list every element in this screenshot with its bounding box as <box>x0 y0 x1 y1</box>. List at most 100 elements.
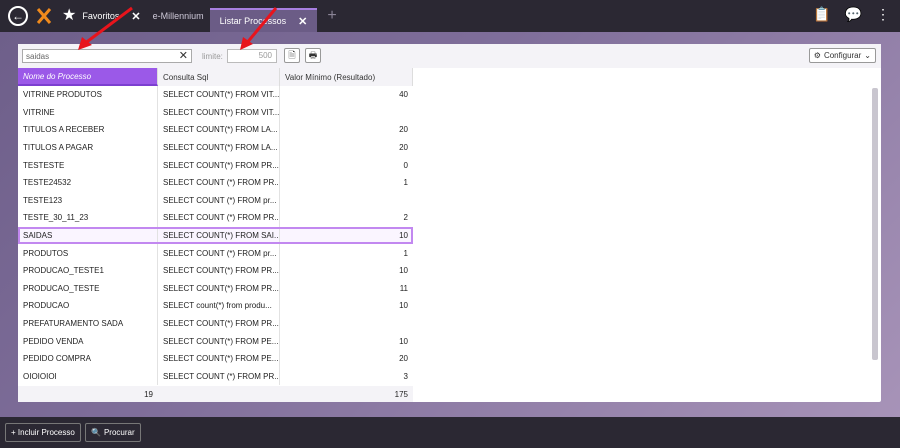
column-header-name[interactable]: Nome do Processo <box>18 68 158 86</box>
cell-sql-query: SELECT COUNT (*) FROM PR... <box>158 173 280 192</box>
grid-header: Nome do Processo Consulta Sql Valor Míni… <box>18 68 413 86</box>
cell-sql-query: SELECT COUNT(*) FROM PR... <box>158 314 280 333</box>
millennium-logo-icon <box>36 8 52 24</box>
vertical-scrollbar[interactable] <box>872 88 878 360</box>
cell-sql-query: SELECT COUNT (*) FROM pr... <box>158 191 280 210</box>
cell-process-name: TITULOS A PAGAR <box>18 138 158 157</box>
table-row[interactable]: TESTE123 SELECT COUNT (*) FROM pr... <box>18 191 413 210</box>
cell-sql-query: SELECT COUNT(*) FROM VIT... <box>158 103 280 122</box>
search-button[interactable]: 🔍 Procurar <box>85 423 141 442</box>
table-row[interactable]: VITRINE SELECT COUNT(*) FROM VIT... <box>18 103 413 122</box>
cell-min-value: 10 <box>399 336 408 346</box>
column-header-min-value[interactable]: Valor Mínimo (Resultado) <box>280 68 413 86</box>
table-row[interactable]: PRODUTOS SELECT COUNT (*) FROM pr... 1 <box>18 244 413 262</box>
cell-min-value: 10 <box>399 266 408 276</box>
cell-sql-query: SELECT COUNT(*) FROM PR... <box>158 156 280 174</box>
cell-min-value: 20 <box>399 354 408 364</box>
export-file-icon[interactable]: 🗎 <box>284 48 300 63</box>
annotation-arrow-icon <box>78 6 133 50</box>
cell-min-value: 1 <box>403 248 408 258</box>
column-header-sql[interactable]: Consulta Sql <box>158 68 280 86</box>
table-row[interactable]: TESTE_30_11_23 SELECT COUNT (*) FROM PR..… <box>18 209 413 227</box>
chat-icon[interactable]: 💬 <box>845 7 862 21</box>
cell-process-name: SAIDAS <box>18 226 158 245</box>
add-tab-icon[interactable]: + <box>327 7 336 25</box>
cell-min-value: 40 <box>399 90 408 100</box>
configure-button[interactable]: ⚙ Configurar ⌄ <box>808 48 876 63</box>
chevron-down-icon: ⌄ <box>864 51 871 60</box>
cell-min-value <box>280 192 413 210</box>
cell-process-name: TESTESTE <box>18 156 158 174</box>
cell-min-value: 10 <box>399 301 408 311</box>
cell-sql-query: SELECT count(*) from produ... <box>158 297 280 315</box>
table-row[interactable]: PREFATURAMENTO SADA SELECT COUNT(*) FROM … <box>18 314 413 333</box>
cell-min-value: 2 <box>403 213 408 223</box>
cell-min-value: 20 <box>399 143 408 153</box>
table-row[interactable]: TITULOS A RECEBER SELECT COUNT(*) FROM LA… <box>18 121 413 139</box>
table-row[interactable]: TITULOS A PAGAR SELECT COUNT(*) FROM LA..… <box>18 138 413 157</box>
cell-min-value: 1 <box>403 178 408 188</box>
more-vertical-icon[interactable]: ⋮ <box>876 7 890 21</box>
table-row[interactable]: SAIDAS SELECT COUNT(*) FROM SAI... 10 <box>18 226 413 245</box>
top-right-actions: 📋 💬 ⋮ <box>813 7 890 21</box>
table-row[interactable]: PRODUCAO SELECT count(*) from produ... 10 <box>18 297 413 315</box>
table-row[interactable]: PEDIDO VENDA SELECT COUNT(*) FROM PE... 10 <box>18 332 413 350</box>
cell-process-name: TESTE_30_11_23 <box>18 209 158 227</box>
back-arrow-icon[interactable]: ← <box>8 6 28 26</box>
add-process-button[interactable]: + Incluir Processo <box>5 423 81 442</box>
table-row[interactable]: OIOIOIOI SELECT COUNT (*) FROM PR... 3 <box>18 367 413 386</box>
cell-sql-query: SELECT COUNT(*) FROM PE... <box>158 332 280 350</box>
cell-process-name: PRODUCAO <box>18 297 158 315</box>
search-icon: 🔍 <box>91 428 101 437</box>
tab-label: e-Millennium <box>152 11 204 21</box>
cell-sql-query: SELECT COUNT(*) FROM SAI... <box>158 226 280 245</box>
clear-search-icon[interactable]: ✕ <box>179 49 188 62</box>
cell-sql-query: SELECT COUNT (*) FROM pr... <box>158 244 280 262</box>
cell-process-name: PRODUCAO_TESTE1 <box>18 261 158 280</box>
table-row[interactable]: PRODUCAO_TESTE SELECT COUNT(*) FROM PR...… <box>18 279 413 298</box>
configure-label: Configurar <box>823 51 862 60</box>
print-icon[interactable]: 🖶 <box>305 48 321 63</box>
grid-footer: 19 175 <box>18 386 413 402</box>
table-row[interactable]: TESTE24532 SELECT COUNT (*) FROM PR... 1 <box>18 173 413 192</box>
gear-icon: ⚙ <box>813 51 821 60</box>
table-row[interactable]: VITRINE PRODUTOS SELECT COUNT(*) FROM VIT… <box>18 86 413 104</box>
cell-process-name: TESTE24532 <box>18 173 158 192</box>
cell-sql-query: SELECT COUNT(*) FROM LA... <box>158 121 280 139</box>
cell-min-value <box>280 315 413 333</box>
search-button-label: Procurar <box>103 428 135 437</box>
process-list-panel: saidas ✕ limite: 500 🗎 🖶 ⚙ Configurar ⌄ … <box>18 44 881 402</box>
cell-sql-query: SELECT COUNT(*) FROM LA... <box>158 138 280 157</box>
table-row[interactable]: PEDIDO COMPRA SELECT COUNT(*) FROM PE... 2… <box>18 349 413 368</box>
annotation-arrow-icon <box>240 7 278 50</box>
cell-sql-query: SELECT COUNT(*) FROM PR... <box>158 261 280 280</box>
cell-process-name: PEDIDO VENDA <box>18 332 158 350</box>
clipboard-icon[interactable]: 📋 <box>813 7 830 21</box>
cell-sql-query: SELECT COUNT(*) FROM PE... <box>158 349 280 368</box>
cell-process-name: TITULOS A RECEBER <box>18 121 158 139</box>
grid-rows: VITRINE PRODUTOS SELECT COUNT(*) FROM VIT… <box>18 86 413 386</box>
table-row[interactable]: TESTESTE SELECT COUNT(*) FROM PR... 0 <box>18 156 413 174</box>
cell-process-name: VITRINE PRODUTOS <box>18 86 158 104</box>
cell-min-value <box>280 104 413 122</box>
table-row[interactable]: PRODUCAO_TESTE1 SELECT COUNT(*) FROM PR..… <box>18 261 413 280</box>
cell-process-name: VITRINE <box>18 103 158 122</box>
cell-process-name: OIOIOIOI <box>18 367 158 386</box>
cell-sql-query: SELECT COUNT(*) FROM VIT... <box>158 86 280 104</box>
search-value: saidas <box>26 51 50 61</box>
cell-sql-query: SELECT COUNT (*) FROM PR... <box>158 367 280 386</box>
footer-count: 19 <box>144 389 153 399</box>
close-icon[interactable]: ✕ <box>298 15 307 28</box>
cell-sql-query: SELECT COUNT (*) FROM PR... <box>158 209 280 227</box>
limit-label: limite: <box>202 52 223 61</box>
cell-min-value: 20 <box>399 125 408 135</box>
cell-sql-query: SELECT COUNT(*) FROM PR... <box>158 279 280 298</box>
cell-min-value: 11 <box>399 283 408 293</box>
tab-e-millennium[interactable]: e-Millennium <box>147 0 210 32</box>
footer-sum: 175 <box>394 389 408 399</box>
cell-process-name: TESTE123 <box>18 191 158 210</box>
footer-empty <box>158 386 280 402</box>
cell-min-value: 10 <box>399 231 408 241</box>
bottom-bar: + Incluir Processo 🔍 Procurar <box>0 417 900 448</box>
cell-process-name: PEDIDO COMPRA <box>18 349 158 368</box>
